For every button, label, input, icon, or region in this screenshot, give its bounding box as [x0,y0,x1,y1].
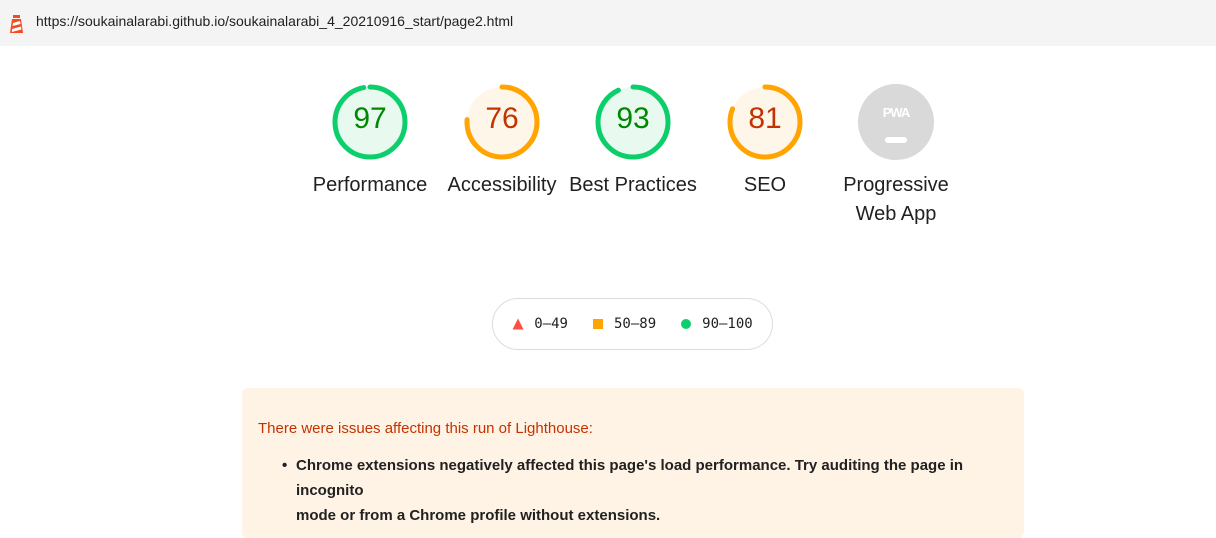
warning-item-line1: Chrome extensions negatively affected th… [296,457,964,499]
score-legend: 0–49 50–89 90–100 [492,298,773,350]
square-icon [592,319,603,329]
seo-score: 81 [748,102,782,135]
pwa-badge-text: PWA [882,105,911,120]
accessibility-score: 76 [485,102,519,135]
bullet-icon: • [282,457,288,474]
performance-gauge[interactable]: 97 Performance [300,81,440,200]
warning-item-line2: mode or from a Chrome profile without ex… [296,507,661,524]
page-url[interactable]: https://soukainalarabi.github.io/soukain… [36,13,513,29]
legend-pass-range: 90–100 [702,316,753,332]
pwa-label-line1: Progressive [843,174,949,196]
warning-title: There were issues affecting this run of … [258,420,593,437]
seo-gauge[interactable]: 81 SEO [695,81,835,200]
legend-average-range: 50–89 [613,316,657,332]
accessibility-label: Accessibility [447,174,557,196]
pwa-gauge[interactable]: PWA Progressive Web App [826,81,966,229]
accessibility-gauge[interactable]: 76 Accessibility [432,81,572,200]
legend-fail-range: 0–49 [534,316,568,332]
legend-pass: 90–100 [680,316,753,332]
triangle-icon [512,318,524,330]
seo-label: SEO [743,174,787,196]
url-bar: https://soukainalarabi.github.io/soukain… [0,0,1216,46]
warning-item: • Chrome extensions negatively affected … [282,453,1006,528]
best-practices-gauge[interactable]: 93 Best Practices [563,81,703,200]
pwa-label: Progressive Web App [826,171,966,229]
lighthouse-icon [10,15,23,33]
pwa-badge-icon [858,84,934,160]
legend-fail: 0–49 [512,316,568,332]
warning-box: There were issues affecting this run of … [242,388,1024,538]
best-practices-score: 93 [616,102,650,135]
circle-icon [681,319,692,329]
performance-label: Performance [312,174,428,196]
warning-list: • Chrome extensions negatively affected … [258,453,1006,528]
best-practices-label: Best Practices [569,174,697,196]
performance-score: 97 [353,102,387,135]
pwa-label-line2: Web App [855,203,937,225]
legend-average: 50–89 [592,316,656,332]
